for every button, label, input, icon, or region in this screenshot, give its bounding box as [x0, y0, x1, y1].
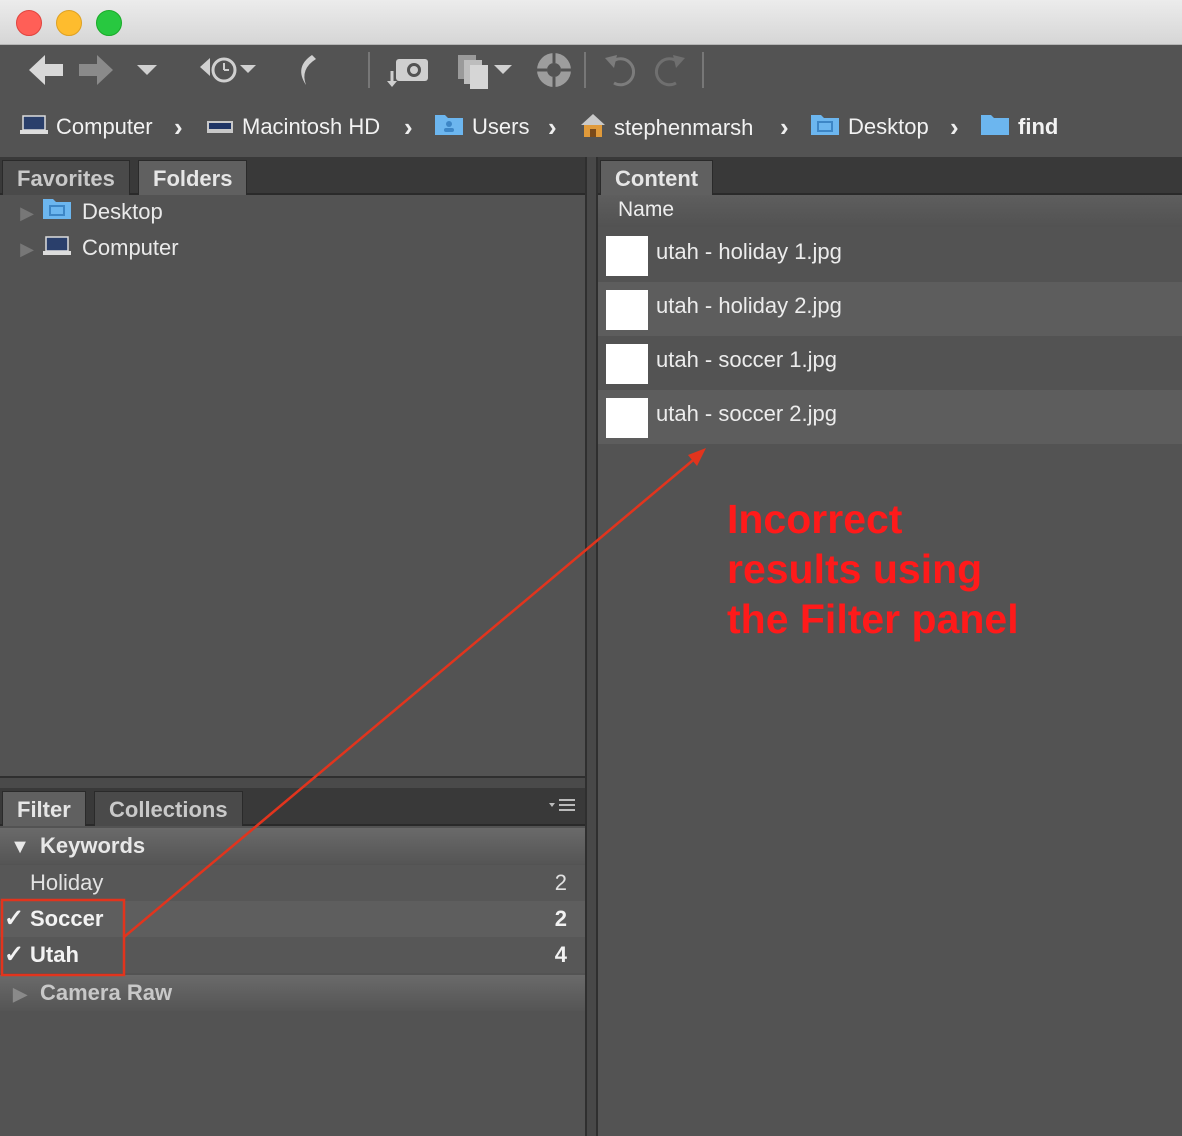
keywords-header-label: Keywords [40, 833, 146, 858]
checkmark-icon: ✓ [4, 905, 25, 932]
toolbar-separator [584, 52, 586, 88]
get-photos-icon[interactable] [386, 45, 434, 95]
disclosure-triangle-down-icon[interactable]: ▼ [0, 829, 40, 865]
camera-raw-header[interactable]: ▶ Camera Raw [0, 975, 585, 1011]
forward-arrow-icon[interactable] [76, 45, 116, 95]
breadcrumb-label: stephenmarsh [614, 114, 754, 140]
tab-collections[interactable]: Collections [94, 791, 243, 826]
toolbar-separator [702, 52, 704, 88]
panel-splitter[interactable] [0, 776, 585, 788]
list-item[interactable]: utah - holiday 2.jpg [598, 282, 1182, 336]
keywords-header[interactable]: ▼ Keywords [0, 828, 585, 864]
list-item[interactable]: utah - soccer 2.jpg [598, 390, 1182, 444]
filter-item-count: 2 [554, 870, 567, 895]
file-name: utah - soccer 2.jpg [656, 401, 837, 426]
content-tabstrip: Content [598, 157, 1182, 195]
tab-filter[interactable]: Filter [2, 791, 86, 826]
list-item[interactable]: utah - soccer 1.jpg [598, 336, 1182, 390]
filter-item-count: 2 [554, 906, 567, 931]
breadcrumb-label: Computer [56, 114, 153, 139]
left-panel: Favorites Folders ▶ Desktop ▶ Computer Fil… [0, 157, 585, 1136]
users-folder-icon [434, 112, 464, 144]
file-thumbnail [606, 290, 648, 330]
tree-item-desktop[interactable]: ▶ Desktop [12, 194, 163, 230]
breadcrumb-find[interactable]: find [980, 112, 1058, 142]
folder-icon [980, 112, 1010, 144]
breadcrumb-label: Users [472, 114, 530, 139]
computer-icon [20, 113, 48, 143]
desktop-folder-icon [810, 112, 840, 144]
recent-dropdown-icon[interactable] [132, 45, 162, 95]
boomerang-icon[interactable] [288, 45, 324, 95]
close-window-button[interactable] [16, 10, 42, 36]
file-name: utah - soccer 1.jpg [656, 347, 837, 372]
rotate-right-icon[interactable] [650, 45, 690, 95]
toolbar-separator [368, 52, 370, 88]
back-arrow-icon[interactable] [26, 45, 66, 95]
chevron-right-icon: › [548, 112, 557, 142]
tree-item-label: Computer [82, 235, 179, 260]
refine-icon[interactable] [452, 45, 518, 95]
file-thumbnail [606, 344, 648, 384]
chevron-right-icon: › [780, 112, 789, 142]
chevron-right-icon: › [174, 112, 183, 142]
column-header-name[interactable]: Name [598, 195, 1182, 227]
annotation-text: Incorrect results using the Filter panel [727, 494, 1127, 644]
tab-favorites[interactable]: Favorites [2, 160, 130, 195]
open-in-camera-raw-icon[interactable] [532, 45, 576, 95]
breadcrumb-label: Macintosh HD [242, 114, 381, 139]
folders-tabstrip: Favorites Folders [0, 157, 585, 195]
filter-item-label: Soccer [30, 906, 104, 931]
checkmark-icon: ✓ [4, 941, 25, 968]
computer-icon [42, 231, 72, 267]
filter-item-label: Utah [30, 942, 79, 967]
annotation-line: Incorrect [727, 496, 903, 542]
window-titlebar [0, 0, 1182, 45]
breadcrumb-desktop[interactable]: Desktop [810, 112, 929, 142]
filter-item-soccer[interactable]: ✓ Soccer 2 [0, 901, 585, 937]
annotation-line: the Filter panel [727, 596, 1019, 642]
breadcrumb-computer[interactable]: Computer [20, 112, 153, 142]
tab-folders[interactable]: Folders [138, 160, 248, 195]
content-panel: Content Name utah - holiday 1.jpg utah -… [598, 157, 1182, 1136]
chevron-right-icon: › [404, 112, 413, 142]
chevron-right-icon: › [950, 112, 959, 142]
breadcrumb-stephenmarsh[interactable]: stephenmarsh [580, 112, 753, 142]
tab-content[interactable]: Content [600, 160, 714, 195]
filter-item-count: 4 [554, 942, 567, 967]
rotate-left-icon[interactable] [600, 45, 640, 95]
reveal-recent-icon[interactable] [196, 45, 260, 95]
disclosure-triangle-icon[interactable]: ▶ [12, 231, 42, 267]
file-thumbnail [606, 398, 648, 438]
filter-item-utah[interactable]: ✓ Utah 4 [0, 937, 585, 973]
list-item[interactable]: utah - holiday 1.jpg [598, 228, 1182, 282]
filter-item-label: Holiday [30, 870, 104, 895]
tree-item-label: Desktop [82, 199, 163, 224]
breadcrumb-macintosh-hd[interactable]: Macintosh HD [206, 112, 380, 142]
file-name: utah - holiday 1.jpg [656, 239, 842, 264]
home-icon [580, 112, 606, 146]
breadcrumb-label: find [1018, 114, 1059, 139]
breadcrumb-label: Desktop [848, 114, 929, 139]
filter-tabstrip: Filter Collections [0, 788, 585, 826]
tree-item-computer[interactable]: ▶ Computer [12, 230, 179, 266]
disclosure-triangle-icon[interactable]: ▶ [0, 976, 40, 1012]
filter-item-holiday[interactable]: Holiday 2 [0, 865, 585, 901]
camera-raw-header-label: Camera Raw [40, 980, 173, 1005]
file-thumbnail [606, 236, 648, 276]
drive-icon [206, 113, 234, 143]
minimize-window-button[interactable] [56, 10, 82, 36]
breadcrumb-users[interactable]: Users [434, 112, 529, 142]
desktop-folder-icon [42, 195, 72, 231]
vertical-splitter[interactable] [585, 157, 598, 1136]
zoom-window-button[interactable] [96, 10, 122, 36]
panel-menu-icon[interactable] [547, 794, 577, 818]
file-name: utah - holiday 2.jpg [656, 293, 842, 318]
disclosure-triangle-icon[interactable]: ▶ [12, 195, 42, 231]
annotation-line: results using [727, 546, 983, 592]
